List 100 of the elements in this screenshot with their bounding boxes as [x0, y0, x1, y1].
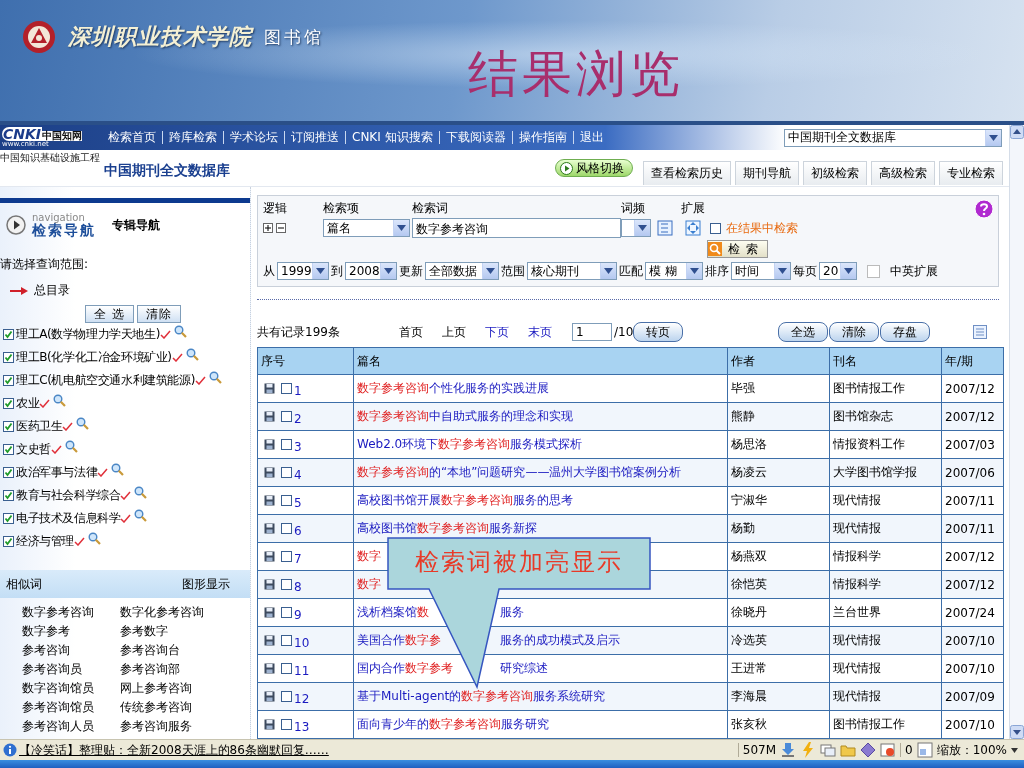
save-icon[interactable] [264, 495, 275, 506]
category-link[interactable]: 理工C(机电航空交通水利建筑能源) [16, 372, 195, 389]
save-icon[interactable] [264, 551, 275, 562]
nav-link[interactable]: 订阅推送 [285, 131, 346, 144]
database-select[interactable]: 中国期刊全文数据库 [784, 128, 1002, 147]
zoom-level[interactable]: 缩放：100% [936, 741, 1007, 759]
move-icon[interactable] [685, 220, 701, 236]
graph-link[interactable]: 图形显示 [182, 575, 230, 593]
checkbox[interactable] [281, 719, 292, 730]
checkbox[interactable] [3, 444, 14, 455]
caret-icon[interactable] [844, 268, 853, 274]
pager-link[interactable]: 下页 [485, 323, 509, 341]
checkbox[interactable] [281, 467, 292, 478]
column-header[interactable]: 年/期 [941, 347, 1004, 375]
category-link[interactable]: 经济与管理 [16, 533, 74, 550]
caret-icon[interactable] [989, 134, 998, 141]
checkbox[interactable] [3, 375, 14, 386]
search-icon[interactable] [76, 417, 90, 430]
expand-icon[interactable] [263, 223, 273, 233]
nav-link[interactable]: 学术论坛 [224, 131, 285, 144]
checkbox[interactable] [710, 222, 721, 234]
checkbox[interactable] [867, 264, 880, 278]
checkbox[interactable] [3, 536, 14, 547]
save-icon[interactable] [264, 635, 275, 646]
status-link[interactable]: 【冷笑话】整理贴：全新2008天涯上的86条幽默回复…… [19, 741, 329, 759]
go-page-button[interactable]: 转页 [633, 322, 684, 342]
similar-word-link[interactable]: 数字参考 [22, 623, 120, 640]
checkbox[interactable] [281, 495, 292, 506]
search-icon[interactable] [134, 486, 148, 499]
checkbox[interactable] [281, 663, 292, 674]
caret-icon[interactable] [316, 268, 325, 274]
save-icon[interactable] [264, 607, 275, 618]
search-icon[interactable] [174, 325, 187, 338]
article-title-link[interactable]: 服务 [500, 604, 724, 621]
caret-icon[interactable] [604, 268, 613, 274]
checkbox[interactable] [3, 467, 14, 478]
nav-link[interactable]: 跨库检索 [163, 131, 224, 144]
search-icon[interactable] [134, 509, 148, 522]
similar-word-link[interactable]: 参考咨询台 [120, 642, 220, 659]
page-input[interactable]: 1 [572, 323, 612, 341]
action-button[interactable]: 清除 [829, 322, 880, 342]
similar-word-link[interactable]: 网上参考咨询 [120, 680, 220, 697]
category-link[interactable]: 理工A(数学物理力学天地生) [16, 326, 160, 343]
save-icon[interactable] [264, 411, 275, 422]
popup-icon[interactable] [880, 742, 897, 758]
similar-word-link[interactable]: 参考咨询人员 [22, 718, 120, 735]
save-icon[interactable] [264, 663, 275, 674]
search-icon[interactable] [185, 348, 199, 361]
caret-icon[interactable] [638, 225, 647, 231]
search-icon[interactable] [88, 532, 101, 545]
similar-word-link[interactable]: 传统参考咨询 [120, 699, 220, 716]
checkbox[interactable] [281, 523, 292, 534]
similar-word-link[interactable]: 参考咨询部 [120, 661, 220, 678]
similar-word-link[interactable]: 数字参考咨询 [22, 604, 120, 621]
article-title-link[interactable]: 数字 [357, 577, 381, 591]
match-select[interactable]: 模 糊 [645, 262, 703, 280]
search-icon[interactable] [111, 463, 125, 476]
caret-icon[interactable] [486, 268, 495, 274]
similar-word-link[interactable]: 参考咨询员 [22, 661, 120, 678]
scroll-down-icon[interactable] [1010, 725, 1024, 739]
column-header[interactable]: 序号 [257, 347, 354, 375]
nav-link[interactable]: 下载阅读器 [439, 131, 513, 144]
article-title-link[interactable]: 浅析档案馆数 [357, 605, 429, 619]
search-input[interactable]: 数字参考咨询 [412, 218, 621, 238]
caret-icon[interactable] [1011, 747, 1018, 753]
list-icon[interactable] [973, 325, 987, 339]
sort-select[interactable]: 时间 [731, 262, 791, 280]
action-button[interactable]: 全选 [778, 322, 829, 342]
similar-word-link[interactable]: 数字咨询馆员 [22, 680, 120, 697]
save-icon[interactable] [264, 467, 275, 478]
checkbox[interactable] [281, 635, 292, 646]
nav-tab[interactable]: 期刊导航 [735, 161, 799, 185]
help-icon[interactable] [974, 199, 994, 219]
category-link[interactable]: 医药卫生 [16, 418, 63, 435]
search-button[interactable]: 检 索 [707, 240, 768, 258]
update-select[interactable]: 全部数据 [425, 262, 499, 280]
select-all-button[interactable]: 全 选 [85, 305, 134, 323]
checkbox[interactable] [3, 513, 14, 524]
category-link[interactable]: 理工B(化学化工冶金环境矿业) [16, 349, 172, 366]
style-switch-button[interactable]: 风格切换 [555, 159, 633, 177]
collapse-icon[interactable] [276, 223, 286, 233]
category-link[interactable]: 文史哲 [16, 441, 51, 458]
checkbox[interactable] [281, 579, 292, 590]
similar-word-link[interactable]: 参考咨询馆员 [22, 699, 120, 716]
checkbox[interactable] [3, 490, 14, 501]
save-icon[interactable] [264, 579, 275, 590]
per-page-select[interactable]: 20 [819, 262, 857, 280]
range-select[interactable]: 核心期刊 [527, 262, 617, 280]
category-link[interactable]: 教育与社会科学综合 [16, 487, 121, 504]
pager-link[interactable]: 末页 [528, 323, 552, 341]
similar-word-link[interactable]: 参考数字 [120, 623, 220, 640]
article-title-link[interactable]: 研究综述 [500, 660, 724, 677]
checkbox[interactable] [281, 607, 292, 618]
search-icon[interactable] [64, 440, 78, 453]
diamond-icon[interactable] [860, 742, 877, 758]
save-icon[interactable] [264, 439, 275, 450]
column-header[interactable]: 作者 [727, 347, 830, 375]
pager-link[interactable]: 首页 [399, 323, 423, 341]
category-link[interactable]: 电子技术及信息科学 [16, 510, 121, 527]
field-select[interactable]: 篇名 [323, 219, 410, 237]
